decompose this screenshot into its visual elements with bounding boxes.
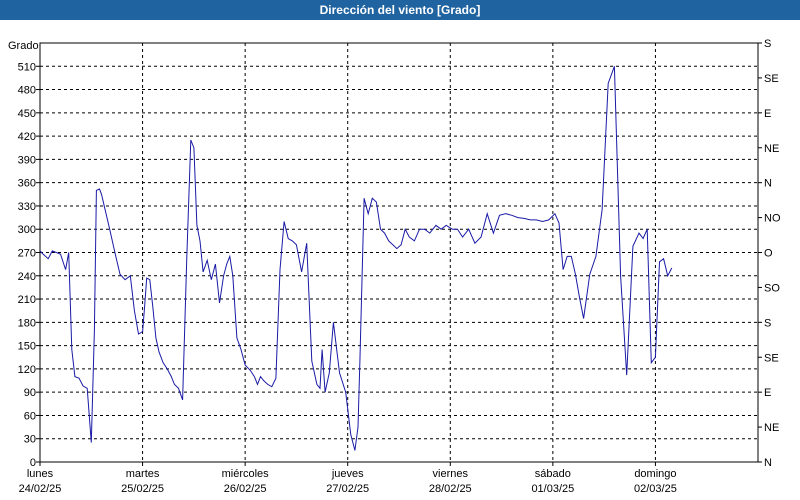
- y2-tick-label: NE: [764, 422, 779, 434]
- y2-tick-label: E: [764, 108, 771, 120]
- y-axis: 0306090120150180210240270300330360390420…: [18, 61, 40, 469]
- y-tick-label: 420: [18, 131, 36, 143]
- y2-tick-label: O: [764, 248, 773, 260]
- x-axis: lunes 24/02/25 martes 25/02/25 miércoles 26/0…: [19, 462, 677, 495]
- y-tick-label: 300: [18, 224, 36, 236]
- y-tick-label: 360: [18, 178, 36, 190]
- y2-tick-label: NO: [764, 213, 781, 225]
- x-tick-date-label: 01/03/25: [531, 483, 574, 495]
- y-tick-label: 240: [18, 271, 36, 283]
- y2-tick-label: N: [764, 178, 772, 190]
- chart-title: Dirección del viento [Grado]: [0, 0, 800, 20]
- series-line-wind-direction: [39, 66, 673, 451]
- x-tick-date-label: 27/02/25: [326, 483, 369, 495]
- y2-tick-label: N: [764, 457, 772, 469]
- x-tick-day-label: jueves: [331, 468, 364, 480]
- x-tick-date-label: 26/02/25: [224, 483, 267, 495]
- x-tick-day-label: domingo: [634, 468, 676, 480]
- y-axis-label: Grado: [8, 40, 39, 52]
- grid-layer: [40, 43, 758, 462]
- y-tick-label: 450: [18, 108, 36, 120]
- y2-tick-label: SE: [764, 73, 779, 85]
- y-tick-label: 30: [24, 434, 36, 446]
- y-tick-label: 120: [18, 364, 36, 376]
- y-tick-label: 60: [24, 410, 36, 422]
- x-tick-date-label: 24/02/25: [19, 483, 62, 495]
- y2-axis: N NE E SE S SO O NO N NE E SE S: [758, 38, 781, 469]
- y-tick-label: 210: [18, 294, 36, 306]
- y2-tick-label: NE: [764, 143, 779, 155]
- y-tick-label: 480: [18, 85, 36, 97]
- plot-frame: [39, 42, 759, 463]
- x-tick-day-label: miércoles: [222, 468, 270, 480]
- wind-direction-chart: 0306090120150180210240270300330360390420…: [8, 38, 781, 495]
- y2-tick-label: SO: [764, 282, 780, 294]
- x-tick-day-label: viernes: [433, 468, 469, 480]
- y-tick-label: 330: [18, 201, 36, 213]
- x-tick-date-label: 28/02/25: [429, 483, 472, 495]
- y2-tick-label: S: [764, 317, 771, 329]
- x-tick-day-label: martes: [126, 468, 160, 480]
- y2-tick-label: SE: [764, 352, 779, 364]
- x-tick-date-label: 02/03/25: [634, 483, 677, 495]
- y-tick-label: 510: [18, 61, 36, 73]
- y-tick-label: 150: [18, 341, 36, 353]
- y-tick-label: 90: [24, 387, 36, 399]
- y-tick-label: 390: [18, 154, 36, 166]
- x-tick-day-label: lunes: [27, 468, 54, 480]
- y2-tick-label: S: [764, 38, 771, 50]
- x-tick-day-label: sábado: [535, 468, 571, 480]
- y2-tick-label: E: [764, 387, 771, 399]
- y-tick-label: 180: [18, 317, 36, 329]
- y-tick-label: 270: [18, 248, 36, 260]
- x-tick-date-label: 25/02/25: [121, 483, 164, 495]
